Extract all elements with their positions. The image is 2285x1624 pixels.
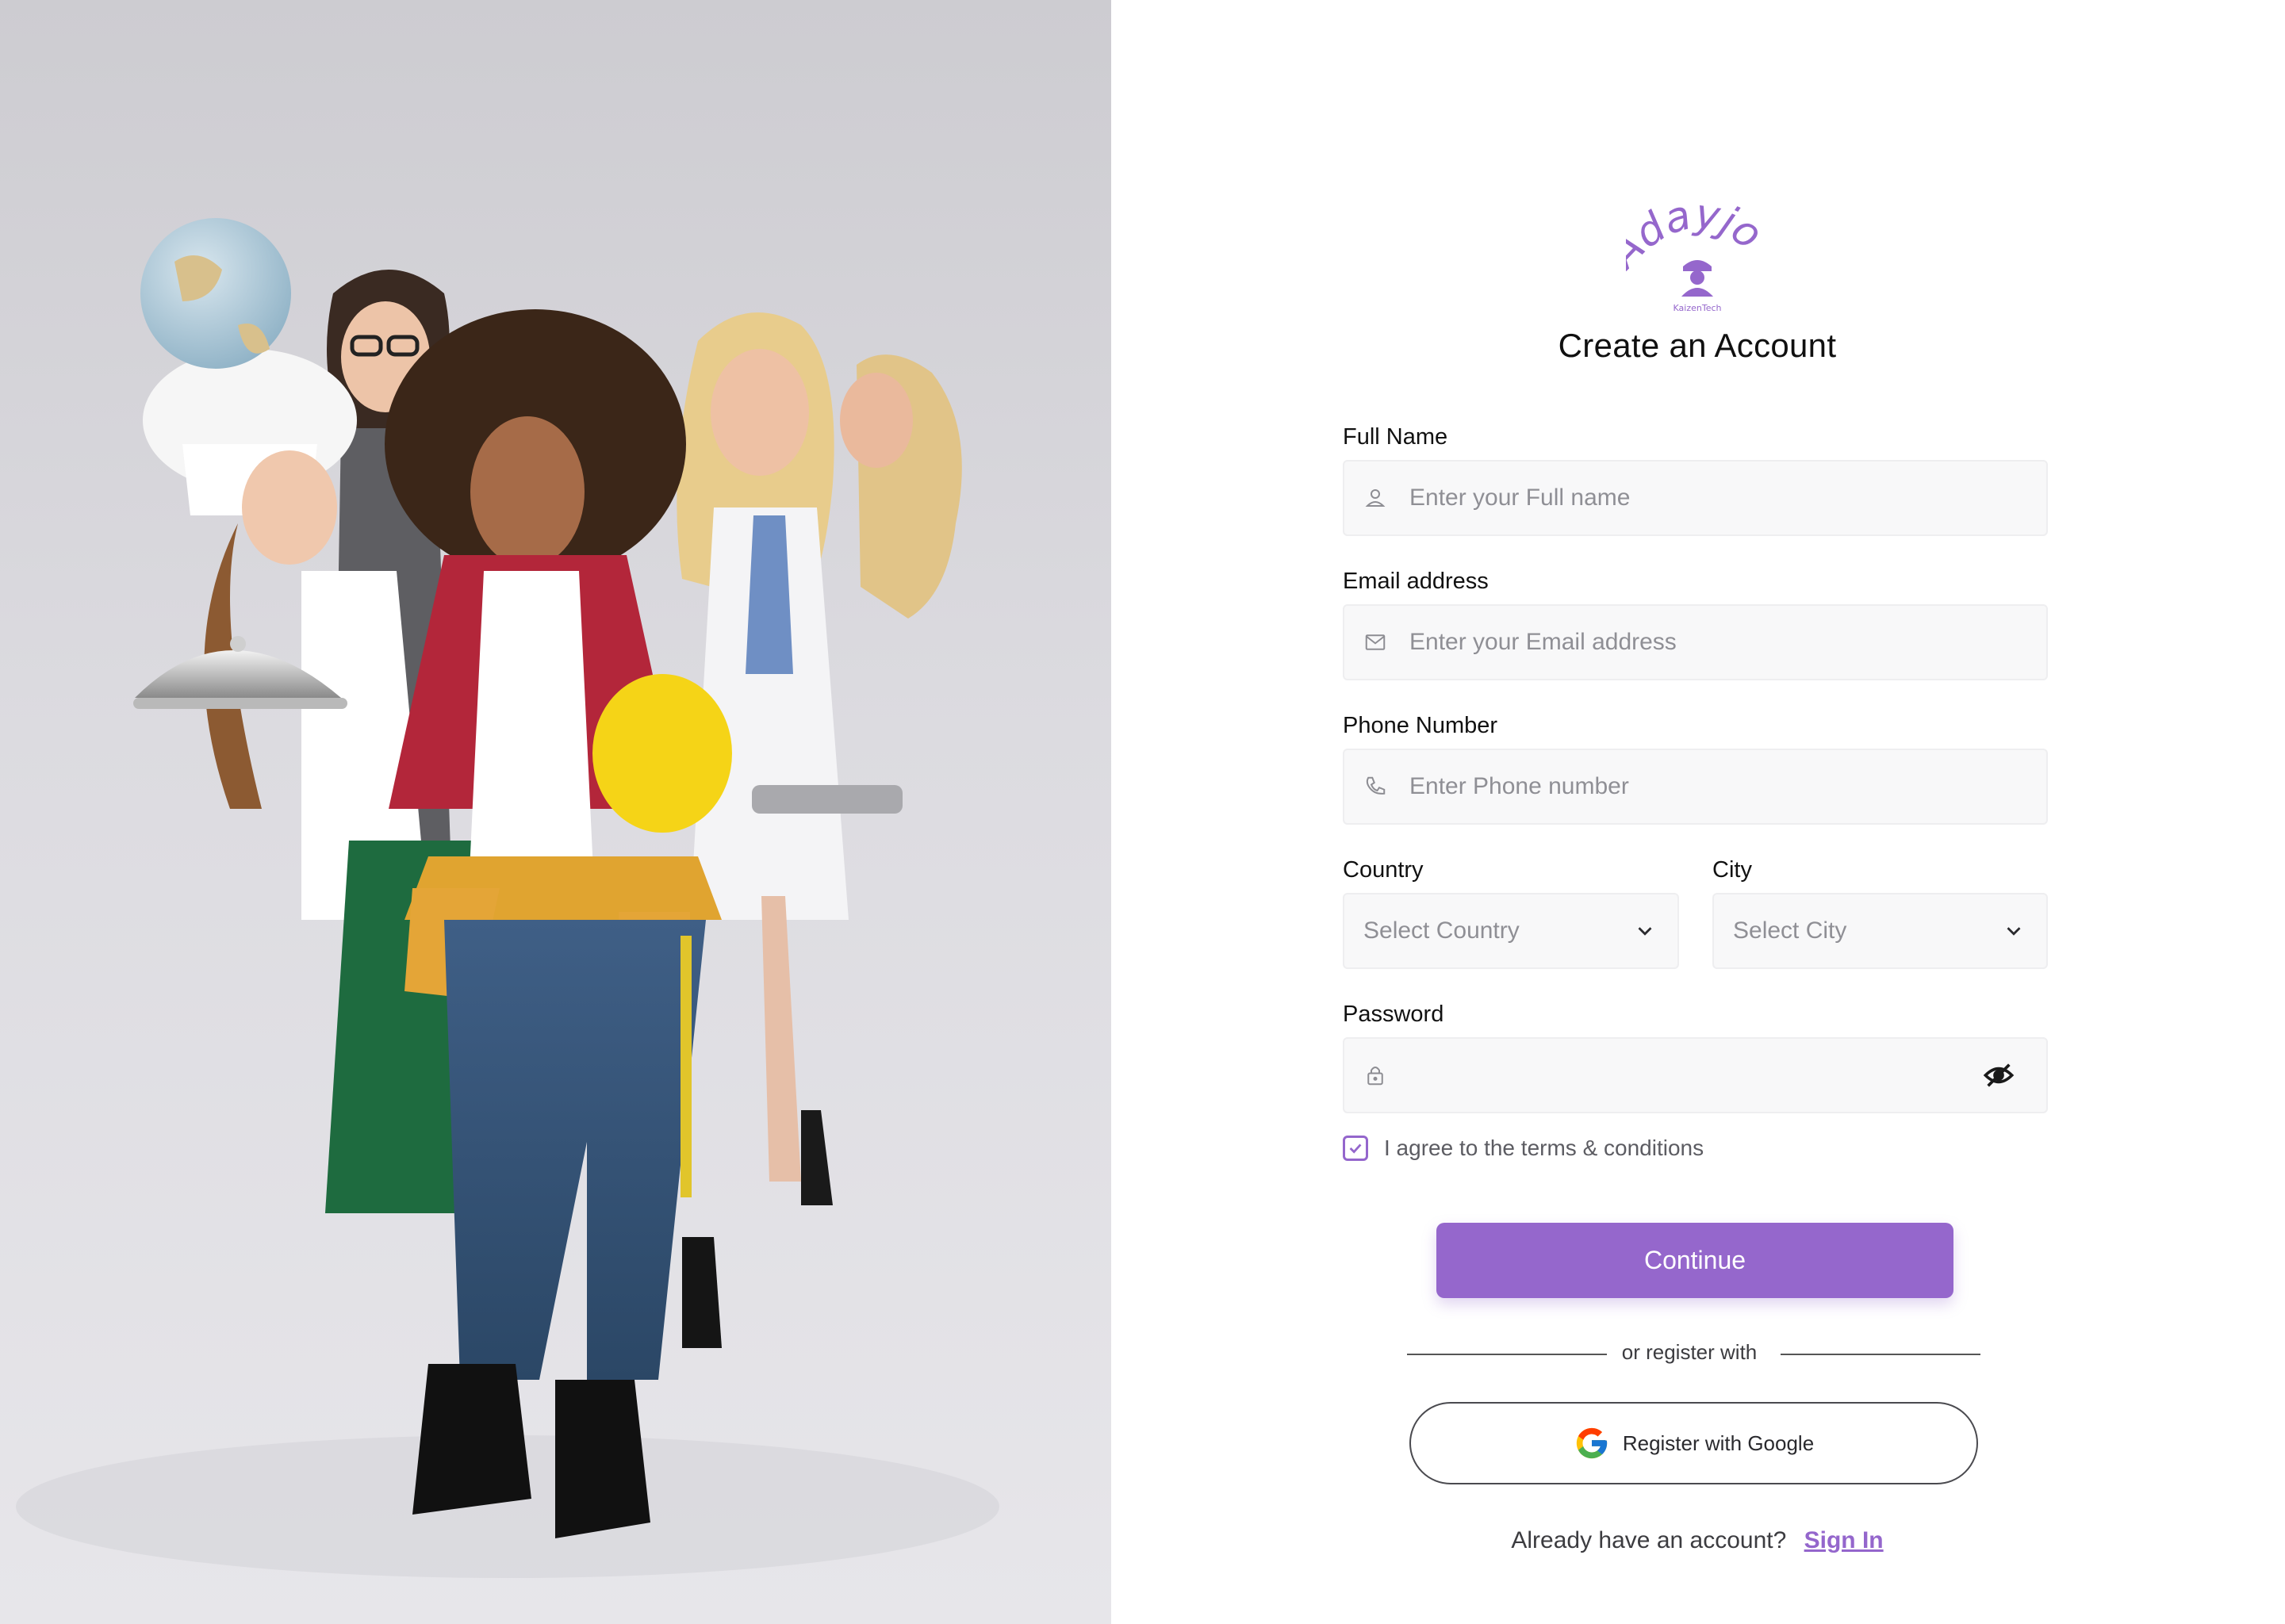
full-name-label: Full Name [1343, 424, 1448, 450]
signin-link[interactable]: Sign In [1804, 1527, 1884, 1553]
phone-icon [1362, 773, 1389, 800]
country-placeholder: Select Country [1363, 917, 1520, 944]
signin-row: Already have an account? Sign In [1348, 1527, 2046, 1554]
country-select[interactable]: Select Country [1343, 893, 1679, 969]
page-title: Create an Account [1558, 327, 1837, 364]
terms-label: I agree to the terms & conditions [1384, 1136, 1704, 1160]
divider-text: or register with [1621, 1340, 1758, 1364]
google-register-button[interactable]: Register with Google [1409, 1402, 1978, 1484]
mail-icon [1362, 629, 1389, 656]
email-placeholder: Enter your Email address [1409, 629, 1677, 655]
divider-right [1781, 1354, 1980, 1355]
checkmark-icon [1349, 1143, 1362, 1154]
password-field[interactable] [1343, 1037, 2048, 1113]
continue-button[interactable]: Continue [1436, 1223, 1953, 1298]
terms-checkbox[interactable] [1343, 1136, 1368, 1161]
terms-row: I agree to the terms & conditions [1343, 1136, 1704, 1161]
city-select[interactable]: Select City [1712, 893, 2048, 969]
brand-logo: Adayjob KaizenTech [1599, 167, 1770, 316]
city-placeholder: Select City [1733, 917, 1847, 944]
signin-prompt: Already have an account? [1511, 1527, 1787, 1553]
divider-left [1407, 1354, 1607, 1355]
hero-photo [0, 0, 1111, 1624]
chevron-down-icon [1638, 927, 1652, 936]
google-register-label: Register with Google [1622, 1431, 1815, 1455]
user-icon [1362, 485, 1389, 511]
phone-field[interactable]: Enter Phone number [1343, 749, 2048, 825]
phone-placeholder: Enter Phone number [1409, 773, 1629, 799]
full-name-field[interactable]: Enter your Full name [1343, 460, 2048, 536]
worker-icon [1681, 260, 1713, 297]
city-label: City [1712, 857, 1752, 883]
chevron-down-icon [2007, 927, 2021, 936]
eye-off-icon[interactable] [1983, 1059, 2015, 1091]
google-icon [1576, 1427, 1607, 1459]
country-label: Country [1343, 857, 1424, 883]
full-name-placeholder: Enter your Full name [1409, 485, 1631, 511]
lock-icon [1362, 1062, 1389, 1089]
logo-subtext: KaizenTech [1673, 303, 1722, 313]
password-label: Password [1343, 1002, 1444, 1027]
email-label: Email address [1343, 569, 1489, 594]
email-field[interactable]: Enter your Email address [1343, 604, 2048, 680]
phone-label: Phone Number [1343, 713, 1498, 738]
